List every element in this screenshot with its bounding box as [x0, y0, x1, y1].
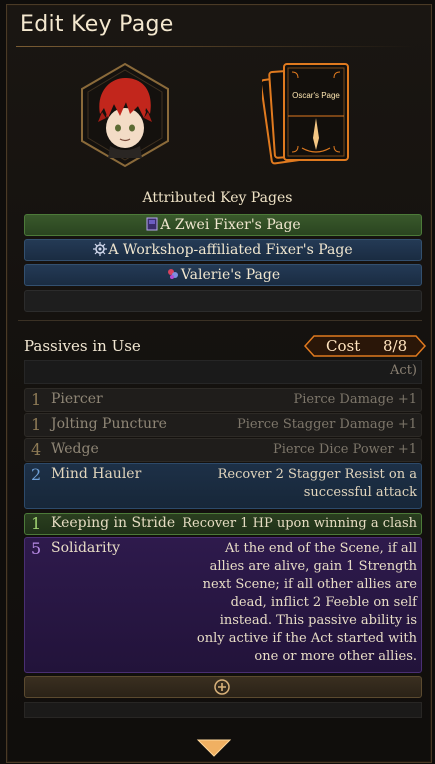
passives-in-use-label: Passives in Use — [24, 337, 141, 355]
passive-cost: 1 — [31, 415, 42, 434]
key-page-card-icon — [259, 63, 349, 165]
passive-desc-fragment: Act) — [390, 363, 417, 378]
key-page-card-title: Oscar's Page — [292, 91, 340, 100]
passive-desc: Pierce Stagger Damage +1 — [236, 417, 417, 432]
passive-row-piercer[interactable]: 1 Piercer Pierce Damage +1 — [24, 388, 422, 412]
passive-row-solidarity[interactable]: 5 Solidarity At the end of the Scene, if… — [24, 537, 422, 673]
passive-row-keeping-in-stride[interactable]: 1 Keeping in Stride Recover 1 HP upon wi… — [24, 513, 422, 535]
passive-desc: Recover 2 Stagger Resist on a successful… — [217, 467, 417, 500]
section-divider — [18, 320, 422, 321]
passive-cost: 4 — [31, 440, 42, 459]
passive-name: Piercer — [51, 391, 103, 407]
key-page-card[interactable]: Oscar's Page — [259, 58, 362, 176]
passive-name: Keeping in Stride — [51, 515, 176, 531]
passive-name: Mind Hauler — [51, 466, 142, 482]
attributed-key-pages-label: Attributed Key Pages — [142, 190, 293, 206]
cost-label: Cost — [326, 337, 361, 355]
cost-value: 8/8 — [383, 337, 408, 355]
cost-indicator: Cost 8/8 — [304, 335, 426, 357]
gear-icon — [93, 242, 108, 256]
title-divider — [16, 46, 416, 47]
attributed-page-valerie[interactable]: Valerie's Page — [24, 264, 422, 286]
character-portrait[interactable] — [80, 62, 170, 168]
passive-cost: 1 — [31, 514, 42, 533]
plus-circle-icon — [214, 679, 230, 695]
attributed-page-zwei[interactable]: A Zwei Fixer's Page — [24, 214, 422, 236]
window-title: Edit Key Page — [20, 12, 174, 37]
flower-icon — [167, 269, 178, 279]
attributed-page-workshop[interactable]: A Workshop-affiliated Fixer's Page — [24, 239, 422, 261]
chevron-down-icon[interactable] — [196, 738, 232, 758]
passive-row-truncated[interactable]: Act) — [24, 360, 422, 384]
passive-name: Wedge — [51, 441, 99, 457]
passive-name: Solidarity — [51, 540, 120, 556]
cost-frame-icon — [304, 335, 426, 357]
passive-desc: Recover 1 HP upon winning a clash — [182, 516, 417, 531]
passive-empty-slot[interactable] — [24, 702, 422, 718]
passive-row-mind-hauler[interactable]: 2 Mind Hauler Recover 2 Stagger Resist o… — [24, 463, 422, 509]
attributed-page-label: A Zwei Fixer's Page — [160, 217, 301, 233]
passive-cost: 2 — [31, 465, 42, 484]
hexagon-frame-icon — [81, 62, 169, 168]
passive-row-wedge[interactable]: 4 Wedge Pierce Dice Power +1 — [24, 438, 422, 462]
passive-row-jolting-puncture[interactable]: 1 Jolting Puncture Pierce Stagger Damage… — [24, 413, 422, 437]
attributed-page-empty-slot[interactable] — [24, 290, 422, 312]
passive-desc: Pierce Dice Power +1 — [273, 442, 417, 457]
passive-desc: At the end of the Scene, if all allies a… — [196, 541, 417, 664]
attributed-page-label: A Workshop-affiliated Fixer's Page — [108, 242, 353, 258]
passive-cost: 5 — [31, 539, 42, 558]
passive-cost: 1 — [31, 390, 42, 409]
attributed-page-label: Valerie's Page — [180, 267, 281, 283]
add-passive-button[interactable] — [24, 676, 422, 698]
passive-desc: Pierce Damage +1 — [293, 392, 417, 407]
passive-name: Jolting Puncture — [51, 416, 167, 432]
book-icon — [146, 217, 158, 231]
